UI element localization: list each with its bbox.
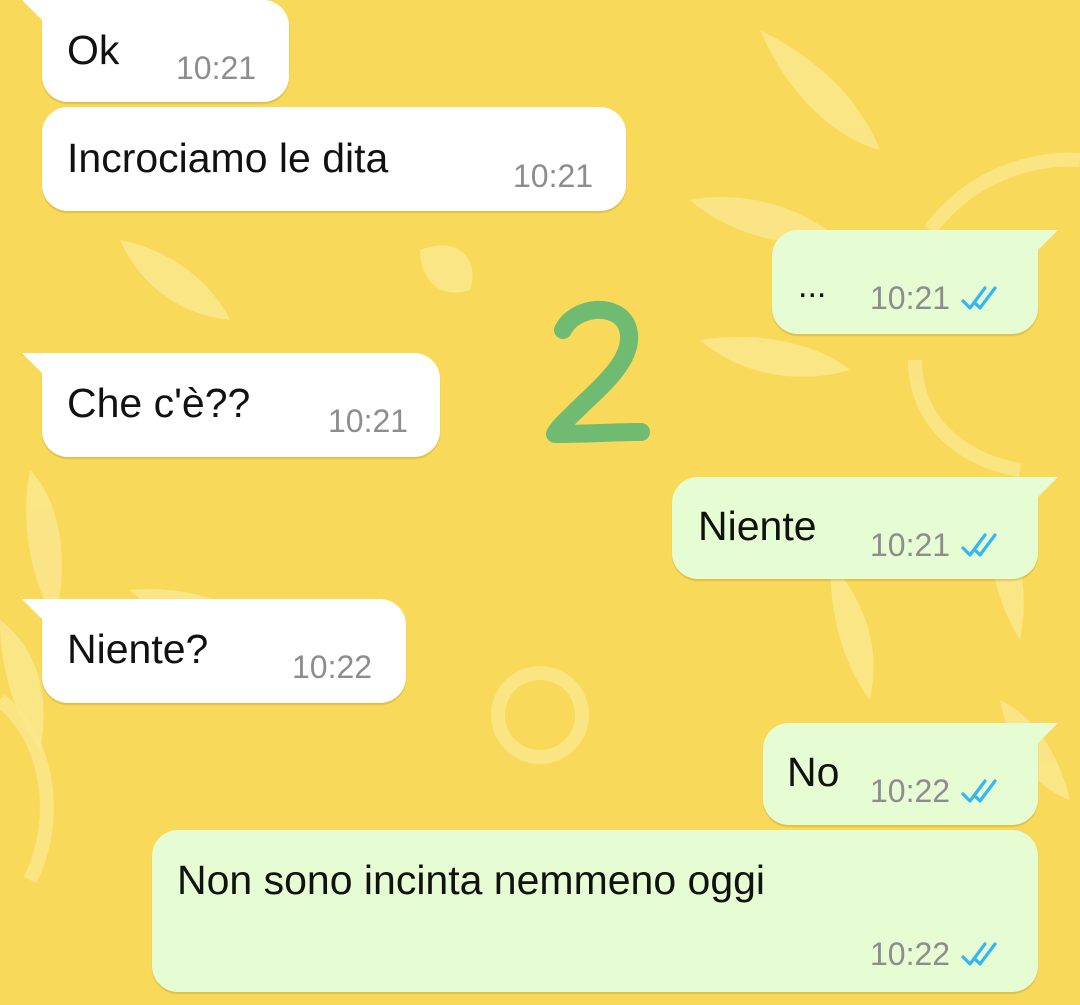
- bubble-tail: [22, 0, 44, 22]
- message-time: 10:21: [870, 527, 951, 563]
- message-time: 10:22: [870, 773, 951, 809]
- message-meta: 10:22: [870, 936, 1004, 972]
- message-text: No: [787, 749, 840, 795]
- bubble-tail: [22, 599, 44, 621]
- message-bubble-incoming[interactable]: Incrociamo le dita 10:21: [42, 107, 626, 211]
- message-text: Incrociamo le dita: [67, 135, 389, 181]
- message-time: 10:21: [176, 50, 257, 86]
- message-time: 10:22: [292, 649, 373, 685]
- bubble-tail: [1036, 723, 1058, 745]
- chat-message-list[interactable]: Ok 10:21 Incrociamo le dita 10:21 ... 10…: [0, 0, 1080, 1005]
- overlay-number-annotation: [546, 301, 650, 443]
- message-text: ...: [798, 267, 827, 305]
- message-bubble-outgoing[interactable]: ... 10:21: [772, 230, 1058, 334]
- message-meta: 10:22: [870, 773, 1004, 809]
- message-meta: 10:22: [292, 649, 372, 685]
- message-bubble-outgoing[interactable]: Non sono incinta nemmeno oggi 10:22: [152, 830, 1038, 992]
- message-time: 10:21: [328, 403, 409, 439]
- bubble-tail: [1036, 477, 1058, 499]
- message-meta: 10:21: [870, 280, 1004, 316]
- message-bubble-incoming[interactable]: Ok 10:21: [22, 0, 289, 102]
- read-receipt-double-check-icon: [961, 286, 997, 310]
- message-bubble-outgoing[interactable]: Niente 10:21: [672, 477, 1058, 579]
- message-bubble-incoming[interactable]: Niente? 10:22: [22, 599, 406, 703]
- message-meta: 10:21: [176, 50, 256, 86]
- message-text: Niente?: [67, 626, 209, 672]
- message-time: 10:22: [870, 936, 951, 972]
- message-meta: 10:21: [328, 403, 408, 439]
- bubble-tail: [1036, 230, 1058, 252]
- message-time: 10:21: [513, 158, 594, 194]
- message-bubble-outgoing[interactable]: No 10:22: [763, 723, 1058, 825]
- message-text: Niente: [698, 503, 817, 549]
- message-text: Ok: [67, 27, 120, 73]
- message-meta: 10:21: [513, 158, 593, 194]
- read-receipt-double-check-icon: [961, 942, 997, 966]
- message-time: 10:21: [870, 280, 951, 316]
- message-text: Che c'è??: [67, 380, 251, 426]
- message-meta: 10:21: [870, 527, 1004, 563]
- message-bubble-incoming[interactable]: Che c'è?? 10:21: [22, 353, 440, 457]
- bubble-tail: [22, 353, 44, 375]
- message-text: Non sono incinta nemmeno oggi: [177, 857, 766, 903]
- read-receipt-double-check-icon: [961, 779, 997, 803]
- read-receipt-double-check-icon: [961, 533, 997, 557]
